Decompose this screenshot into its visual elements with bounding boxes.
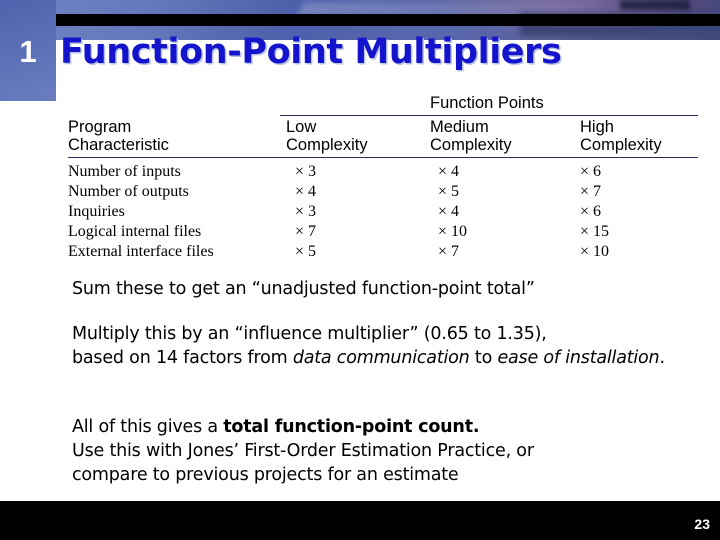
paragraph-multiply: Multiply this by an “influence multiplie… [72, 322, 696, 370]
table-cell-high: × 10 [580, 243, 610, 260]
table-rule-group [280, 115, 698, 116]
table-header-medium-line1: Medium [430, 118, 489, 136]
table-header-high-line1: High [580, 118, 614, 136]
left-accent-panel: 1 [0, 0, 56, 101]
table-rule-header [68, 157, 698, 158]
page-title: Function-Point Multipliers [60, 32, 562, 72]
paragraph-multiply-line2b: to [469, 348, 498, 368]
table-cell-high: × 7 [580, 183, 602, 200]
paragraph-multiply-period: . [659, 348, 665, 368]
banner-dark-block [620, 0, 690, 10]
table-header-high-line2: Complexity [580, 136, 662, 154]
table-cell-low: × 4 [295, 183, 317, 200]
table-header-low-line2: Complexity [286, 136, 368, 154]
table-cell-high: × 15 [580, 223, 610, 240]
table-header-medium-line2: Complexity [430, 136, 512, 154]
table-cell-medium: × 4 [438, 163, 460, 180]
paragraph-multiply-emphasis-1: data communication [292, 348, 470, 368]
table-cell-medium: × 4 [438, 203, 460, 220]
table-cell-medium: × 5 [438, 183, 460, 200]
paragraph-total-line2: Use this with Jones’ First-Order Estimat… [72, 441, 534, 461]
table-header-characteristic-line2: Characteristic [68, 136, 169, 154]
paragraph-total: All of this gives a total function-point… [72, 415, 696, 487]
paragraph-multiply-emphasis-2: ease of installation [497, 348, 660, 368]
table-row: Logical internal files [68, 223, 202, 240]
paragraph-total-line1a: All of this gives a [72, 417, 224, 437]
paragraph-sum: Sum these to get an “unadjusted function… [72, 277, 535, 301]
table-cell-low: × 3 [295, 163, 317, 180]
title-black-rule [56, 14, 720, 26]
table-header-low-line1: Low [286, 118, 317, 136]
paragraph-multiply-line1: Multiply this by an “influence multiplie… [72, 324, 547, 344]
table-cell-low: × 3 [295, 203, 317, 220]
page-number: 23 [694, 516, 710, 532]
table-cell-high: × 6 [580, 203, 602, 220]
paragraph-sum-text: Sum these to get an “unadjusted function… [72, 279, 535, 299]
footer-bar [0, 501, 720, 540]
table-header-characteristic-line1: Program [68, 118, 132, 136]
paragraph-total-emphasis: total function-point count. [223, 417, 480, 437]
paragraph-multiply-line2a: based on 14 factors from [72, 348, 293, 368]
table-cell-medium: × 7 [438, 243, 460, 260]
table-row: External interface files [68, 243, 214, 260]
table-cell-medium: × 10 [438, 223, 468, 240]
table-row: Number of inputs [68, 163, 181, 180]
table-group-header: Function Points [430, 94, 544, 112]
table-row: Number of outputs [68, 183, 189, 200]
paragraph-total-line3: compare to previous projects for an esti… [72, 465, 459, 485]
table-row: Inquiries [68, 203, 125, 220]
table-cell-low: × 7 [295, 223, 317, 240]
table-cell-high: × 6 [580, 163, 602, 180]
table-cell-low: × 5 [295, 243, 317, 260]
slide-number: 1 [19, 34, 37, 69]
